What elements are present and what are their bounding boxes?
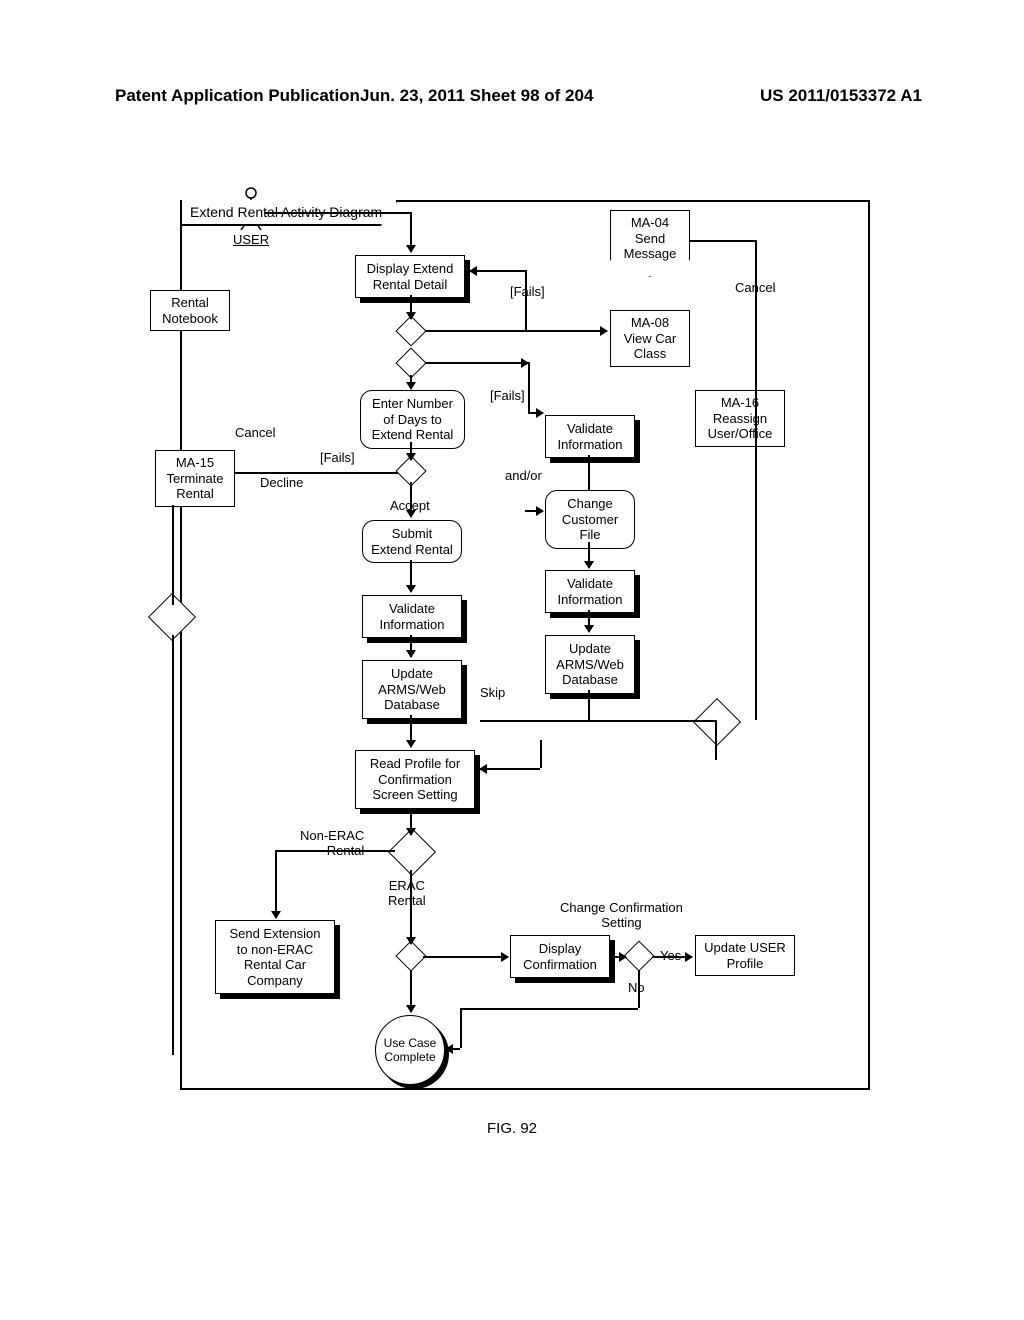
conn bbox=[470, 270, 525, 272]
validate-1: ValidateInformation bbox=[362, 595, 462, 638]
update-arms-2: UpdateARMS/WebDatabase bbox=[545, 635, 635, 694]
conn bbox=[525, 270, 527, 330]
conn bbox=[410, 560, 412, 592]
header-mid: Jun. 23, 2011 Sheet 98 of 204 bbox=[360, 86, 593, 106]
diagram: USER Extend Rental Activity Diagram Rent… bbox=[130, 180, 890, 1130]
ma08-box: MA-08View CarClass bbox=[610, 310, 690, 367]
conn bbox=[410, 635, 412, 657]
conn bbox=[525, 510, 543, 512]
conn bbox=[460, 1008, 462, 1048]
use-case-complete: Use CaseComplete bbox=[375, 1015, 445, 1085]
update-user-profile: Update USERProfile bbox=[695, 935, 795, 976]
fails-label-2: [Fails] bbox=[490, 388, 525, 403]
conn bbox=[588, 455, 590, 490]
submit-extend: SubmitExtend Rental bbox=[362, 520, 462, 563]
header-left: Patent Application Publication bbox=[115, 86, 360, 106]
ma15-box: MA-15TerminateRental bbox=[155, 450, 235, 507]
send-extension: Send Extensionto non-ERACRental CarCompa… bbox=[215, 920, 335, 994]
conn bbox=[540, 740, 542, 768]
change-customer: ChangeCustomerFile bbox=[545, 490, 635, 549]
no-label: No bbox=[628, 980, 645, 995]
header-right: US 2011/0153372 A1 bbox=[760, 86, 922, 106]
validate-2: ValidateInformation bbox=[545, 415, 635, 458]
conn bbox=[275, 850, 395, 852]
conn bbox=[715, 720, 717, 760]
conn bbox=[755, 240, 757, 720]
change-conf-label: Change ConfirmationSetting bbox=[560, 900, 683, 930]
ma16-box: MA-16ReassignUser/Office bbox=[695, 390, 785, 447]
conn bbox=[588, 690, 590, 720]
validate-3: ValidateInformation bbox=[545, 570, 635, 613]
conn bbox=[425, 362, 528, 364]
conn bbox=[172, 635, 174, 1055]
use-case-label: Use CaseComplete bbox=[384, 1036, 437, 1064]
conn bbox=[638, 970, 640, 1008]
fails-label-3: [Fails] bbox=[320, 450, 355, 465]
conn bbox=[410, 375, 412, 389]
decline-label: Decline bbox=[260, 475, 303, 490]
conn bbox=[528, 362, 530, 412]
conn bbox=[528, 412, 543, 414]
conn bbox=[410, 970, 412, 1012]
conn bbox=[446, 1048, 460, 1050]
cancel-label-2: Cancel bbox=[235, 425, 275, 440]
conn bbox=[480, 720, 715, 722]
erac-label: ERACRental bbox=[388, 878, 426, 908]
conn bbox=[588, 610, 590, 632]
rental-notebook-box: RentalNotebook bbox=[150, 290, 230, 331]
fails-label-1: [Fails] bbox=[510, 284, 545, 299]
conn bbox=[235, 472, 398, 474]
conn bbox=[690, 240, 755, 242]
conn bbox=[275, 850, 277, 918]
conn bbox=[425, 330, 607, 332]
non-erac-label: Non-ERACRental bbox=[300, 828, 364, 858]
andor-label: and/or bbox=[505, 468, 542, 483]
conn bbox=[410, 870, 412, 944]
conn bbox=[652, 956, 692, 958]
conn bbox=[588, 542, 590, 568]
conn bbox=[410, 810, 412, 835]
conn bbox=[265, 212, 410, 214]
update-arms-1: UpdateARMS/WebDatabase bbox=[362, 660, 462, 719]
conn bbox=[410, 715, 412, 747]
skip-label: Skip bbox=[480, 685, 505, 700]
figure-label: FIG. 92 bbox=[487, 1120, 537, 1137]
conn bbox=[480, 768, 540, 770]
conn bbox=[410, 482, 412, 517]
conn bbox=[172, 505, 174, 605]
conn bbox=[613, 956, 626, 958]
conn bbox=[410, 442, 412, 460]
display-confirmation: DisplayConfirmation bbox=[510, 935, 610, 978]
conn bbox=[460, 1008, 638, 1010]
display-extend: Display ExtendRental Detail bbox=[355, 255, 465, 298]
conn bbox=[410, 212, 412, 252]
conn bbox=[410, 295, 412, 319]
enter-days: Enter Numberof Days toExtend Rental bbox=[360, 390, 465, 449]
conn bbox=[423, 956, 508, 958]
read-profile: Read Profile forConfirmationScreen Setti… bbox=[355, 750, 475, 809]
